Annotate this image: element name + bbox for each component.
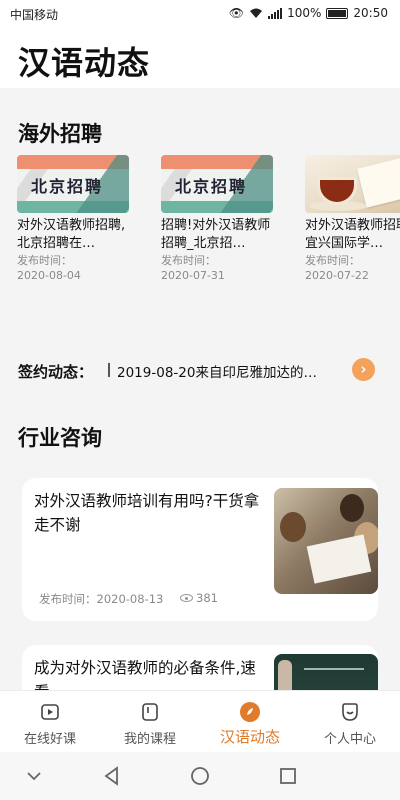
chevron-down-icon[interactable] — [22, 764, 46, 788]
status-bar: 中国移动 👁 100% 20:50 — [0, 0, 400, 28]
thumbnail-label: 北京招聘 — [175, 177, 248, 196]
job-date: 2020-08-04 — [17, 269, 81, 282]
section-title-overseas-jobs: 海外招聘 — [18, 122, 102, 146]
carrier-label: 中国移动 — [10, 8, 59, 22]
job-card[interactable]: 北京招聘 对外汉语教师招聘,北京招聘在… 发布时间： 2020-08-04 — [17, 155, 129, 283]
job-list[interactable]: 北京招聘 对外汉语教师招聘,北京招聘在… 发布时间： 2020-08-04 北京… — [17, 155, 400, 315]
tab-profile[interactable]: 个人中心 — [300, 691, 400, 752]
course-icon — [142, 703, 158, 721]
job-date-label: 发布时间： — [305, 254, 360, 267]
profile-icon — [342, 703, 358, 721]
job-thumbnail: 北京招聘 — [17, 155, 129, 213]
battery-percent: 100% — [287, 6, 322, 20]
thumbnail-label: 北京招聘 — [31, 177, 104, 196]
tab-label: 汉语动态 — [219, 728, 280, 746]
eye-status-icon: 👁 — [228, 6, 245, 20]
eye-icon — [180, 594, 193, 602]
tab-online-courses[interactable]: 在线好课 — [0, 691, 100, 752]
job-date: 2020-07-22 — [305, 269, 369, 282]
tab-label: 我的课程 — [123, 732, 176, 747]
news-icon — [240, 702, 260, 722]
tab-my-courses[interactable]: 我的课程 — [100, 691, 200, 752]
job-title: 对外汉语教师招聘,北京招聘在… — [17, 218, 126, 251]
wifi-icon — [250, 8, 263, 18]
job-thumbnail: 北京招聘 — [161, 155, 273, 213]
app-screen: 中国移动 👁 100% 20:50 汉语动态 海外招聘 北京招聘 对外汉语教师招… — [0, 0, 400, 800]
back-icon[interactable] — [100, 764, 124, 788]
system-nav-bar — [0, 752, 400, 800]
job-title: 对外汉语教师招聘!宜兴国际学… — [305, 218, 400, 251]
signing-label: 签约动态： — [18, 363, 94, 381]
job-date-label: 发布时间： — [17, 254, 72, 267]
signing-text[interactable]: 2019-08-20来自印尼雅加达的… — [117, 361, 317, 381]
job-title: 招聘!对外汉语教师招聘_北京招… — [161, 218, 271, 251]
tab-chinese-news[interactable]: 汉语动态 — [200, 691, 300, 752]
tab-label: 在线好课 — [23, 732, 76, 747]
clock: 20:50 — [353, 6, 388, 20]
page-header: 汉语动态 — [0, 28, 400, 88]
article-date: 发布时间：2020-08-13 — [39, 592, 164, 606]
job-thumbnail — [305, 155, 400, 213]
chevron-right-icon[interactable]: › — [352, 358, 375, 381]
view-count: 381 — [196, 591, 218, 605]
article-card[interactable]: 对外汉语教师培训有用吗?干货拿走不谢 发布时间：2020-08-13 381 — [22, 478, 378, 621]
signing-divider — [108, 363, 110, 377]
home-icon[interactable] — [188, 764, 212, 788]
battery-icon — [326, 7, 349, 19]
status-right: 👁 100% 20:50 — [229, 6, 388, 20]
page-title: 汉语动态 — [18, 44, 151, 82]
article-title: 对外汉语教师培训有用吗?干货拿走不谢 — [34, 492, 260, 534]
job-date: 2020-07-31 — [161, 269, 225, 282]
signal-icon — [268, 7, 283, 19]
article-image — [274, 488, 378, 594]
recents-icon[interactable] — [276, 764, 300, 788]
article-views: 381 — [180, 591, 218, 605]
job-date-label: 发布时间： — [161, 254, 216, 267]
play-icon — [41, 704, 59, 720]
signing-news-bar[interactable]: 签约动态： 2019-08-20来自印尼雅加达的… › — [0, 345, 400, 395]
job-card[interactable]: 对外汉语教师招聘!宜兴国际学… 发布时间： 2020-07-22 — [305, 155, 400, 283]
tab-label: 个人中心 — [323, 732, 376, 747]
bottom-tab-bar: 在线好课 我的课程 汉语动态 个人中心 — [0, 690, 400, 752]
section-title-industry: 行业咨询 — [18, 426, 102, 450]
job-card[interactable]: 北京招聘 招聘!对外汉语教师招聘_北京招… 发布时间： 2020-07-31 — [161, 155, 273, 283]
